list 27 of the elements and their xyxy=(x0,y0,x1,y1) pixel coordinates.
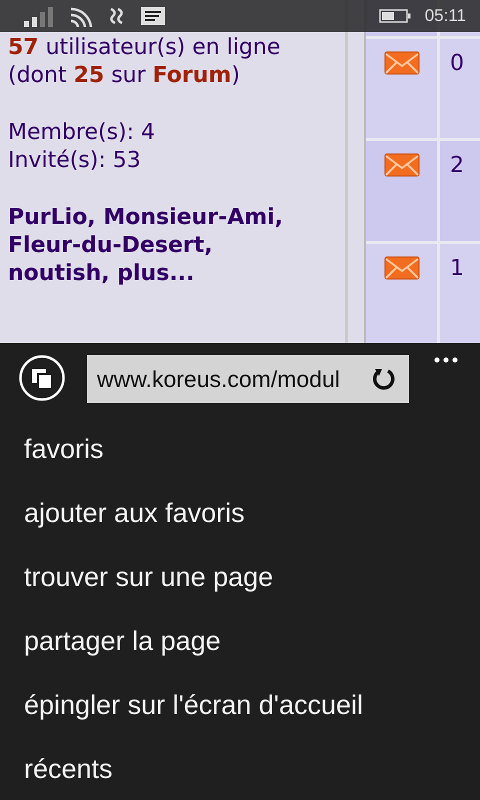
count-text: Membre(s): 4 xyxy=(8,119,156,147)
tabs-icon[interactable] xyxy=(19,355,65,401)
vibrate-icon xyxy=(108,5,126,27)
member-list: PurLio, Monsieur-Ami, Fleur-du-Desert, noutish, plus... xyxy=(8,204,318,288)
envelope-icon xyxy=(384,153,420,178)
wifi-icon xyxy=(68,5,94,27)
signal-icon xyxy=(24,5,54,27)
clock-time: 05:11 xyxy=(424,6,466,26)
table-cell-text: 2 xyxy=(450,153,464,180)
refresh-icon[interactable] xyxy=(371,366,397,392)
menu-item[interactable]: favoris xyxy=(24,433,480,465)
count-text: Invité(s): 53 xyxy=(8,147,142,175)
address-field[interactable]: www.koreus.com/modul xyxy=(87,355,409,403)
menu-item[interactable]: épingler sur l'écran d'accueil xyxy=(24,689,480,721)
envelope-icon xyxy=(384,256,420,280)
menu-item[interactable]: récents xyxy=(24,753,480,785)
menu-item[interactable]: ajouter aux favoris xyxy=(24,497,480,529)
menu-item[interactable]: trouver sur une page xyxy=(24,561,480,593)
more-icon[interactable] xyxy=(434,357,458,363)
online-users-text: 57 utilisateur(s) en ligne xyxy=(8,34,282,62)
battery-icon xyxy=(378,9,411,23)
message-icon xyxy=(140,6,166,26)
online-users-text: (dont 25 sur Forum) xyxy=(8,62,241,90)
envelope-icon xyxy=(384,50,420,75)
menu-item[interactable]: partager la page xyxy=(24,625,480,657)
table-cell-text: 0 xyxy=(450,50,464,78)
table-cell-text: 1 xyxy=(450,256,464,283)
